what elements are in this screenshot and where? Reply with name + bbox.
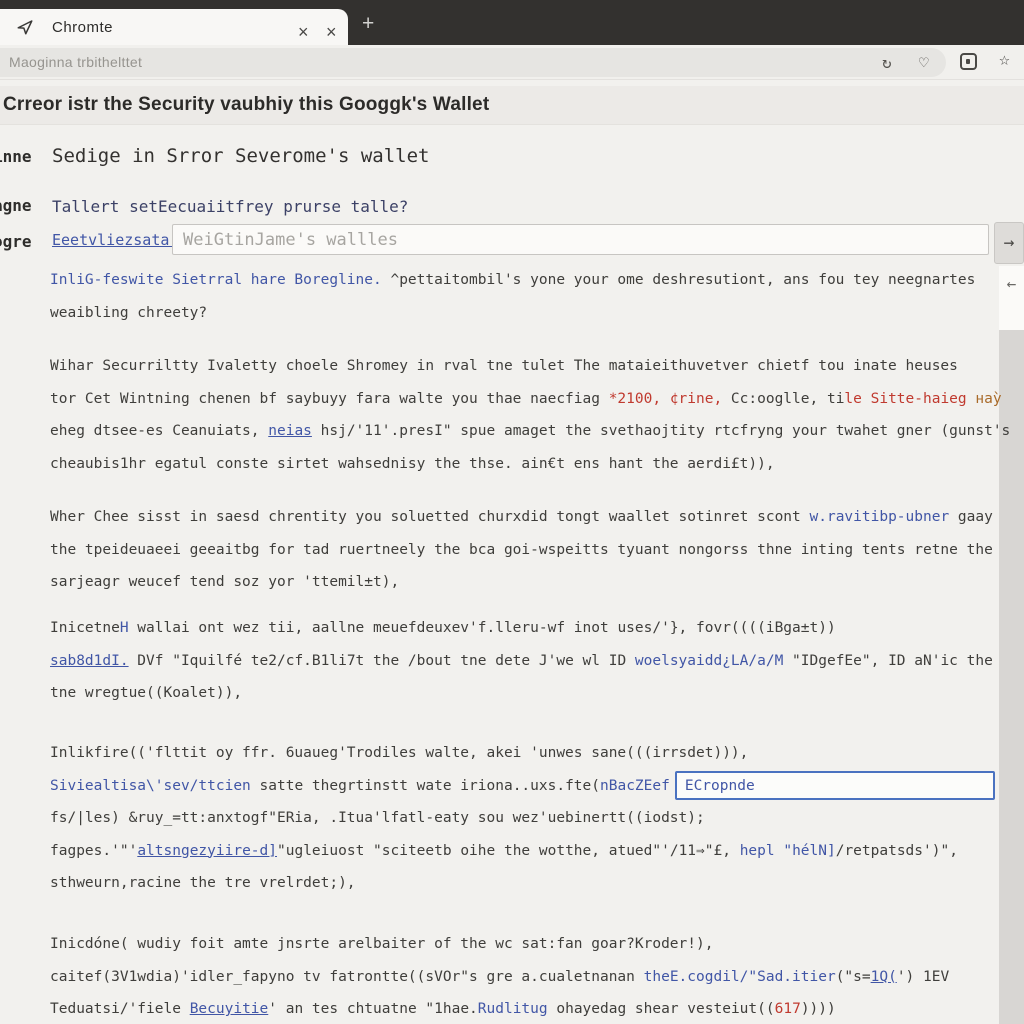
text-link[interactable]: theE.cogdil/"Sad.itier <box>644 969 836 985</box>
text-segment: ' an tes chtuatne "1hae. <box>268 1001 478 1017</box>
text-segment: Teduatsi/'fiele <box>50 1001 190 1017</box>
text-link[interactable]: InliG-feswite Sietrral hare Boregline. <box>50 272 382 288</box>
text-line: Wher Chee sisst in saesd chrentity you s… <box>50 501 993 534</box>
text-segment: "ugleiuost "sciteetb oihe the wotthe, at… <box>277 842 740 859</box>
text-link[interactable]: altsngezyiire-d] <box>137 843 277 859</box>
text-line: InicetneH wallai ont wez tii, aallne meu… <box>50 612 993 645</box>
paragraph-2: Wihar Securriltty Ivaletty choele Shrome… <box>50 350 1010 480</box>
text-segment: /retpatsds')", <box>835 842 958 859</box>
text-segment: ^pettaitombil's yone your ome deshresuti… <box>381 272 976 288</box>
paragraph-3: Wher Chee sisst in saesd chrentity you s… <box>50 501 993 599</box>
text-line: Inicdóne( wudiy foit amte jnsrte arelbai… <box>50 928 949 961</box>
text-link[interactable]: Siviealtisa\'sev/ttcien <box>50 778 251 794</box>
gutter-label-2: agne <box>0 196 32 215</box>
text-line: Siviealtisa\'sev/ttcien satte thegrtinst… <box>50 770 995 803</box>
text-segment: Cc:ooglle, ti <box>722 390 845 407</box>
browser-window: { "colors": { "accent_blue": "#4156a6", … <box>0 0 1024 1024</box>
text-segment: ohayedag shear vesteiut(( <box>547 1001 775 1017</box>
text-segment: le Sitte-haieg <box>844 390 967 407</box>
page-body: InliG-feswite Sietrral hare Boregline. ^… <box>50 0 1024 1024</box>
text-segment: )))) <box>800 1001 836 1017</box>
text-line: sab8d1dI. DVf "Iquilfé te2/cf.B1li7t the… <box>50 645 993 678</box>
text-segment: Wihar Securriltty Ivaletty choele Shrome… <box>50 358 958 374</box>
text-line: caitef(3V1wdia)'idler_fapyno tv fatrontt… <box>50 961 949 994</box>
paragraph-4: InicetneH wallai ont wez tii, aallne meu… <box>50 612 993 710</box>
text-segment: gaay <box>949 509 993 525</box>
text-segment: hsj/'11'.presI" spue amaget the svethaoj… <box>311 423 1011 439</box>
paragraph-1: InliG-feswite Sietrral hare Boregline. ^… <box>50 264 975 329</box>
text-line: the tpeideuaeei geeaitbg for tad ruertne… <box>50 534 993 567</box>
text-link[interactable]: Rudlitug <box>478 1001 548 1017</box>
paragraph-5: Inlikfire(('flttit oy ffr. 6uaueg'Trodil… <box>50 737 995 900</box>
text-segment: fs/|les) &ruy_=tt:anxtogf"ERia, .Itua'lf… <box>50 810 705 826</box>
text-segment: "IDgefEe", ID aN'ic the <box>783 652 993 669</box>
text-line: eheg dtsee-es Ceanuiats, neias hsj/'11'.… <box>50 415 1010 448</box>
text-line: sthweurn,racine the tre vrelrdet;), <box>50 867 995 900</box>
text-segment: ') 1EV <box>896 968 950 985</box>
text-segment: fagpes.'"' <box>50 842 138 859</box>
text-segment: wallai ont wez tii, aallne meuefdeuxev'f… <box>128 620 836 636</box>
text-link[interactable]: woelsyaidd¿LA/a/M <box>635 653 783 669</box>
text-link[interactable]: neias <box>268 423 312 439</box>
text-link[interactable]: 1Q( <box>871 969 897 985</box>
text-line: Teduatsi/'fiele Becuyitie' an tes chtuat… <box>50 993 949 1024</box>
text-segment: cheaubis1hr egatul conste sirtet wahsedn… <box>50 455 775 472</box>
paragraph-6: Inicdóne( wudiy foit amte jnsrte arelbai… <box>50 928 949 1024</box>
gutter-label-1: inne <box>0 147 32 166</box>
text-link[interactable]: sab8d1dI. <box>50 653 129 669</box>
text-segment: caitef(3V1wdia)'idler_fapyno tv fatrontt… <box>50 968 644 985</box>
text-link[interactable]: w.ravitibp-ubner <box>810 509 950 525</box>
inline-focused-input[interactable] <box>674 771 995 800</box>
text-line: sarjeagr weucef tend soz yor 'ttemil±t), <box>50 566 993 599</box>
text-line: fagpes.'"'altsngezyiire-d]"ugleiuost "sc… <box>50 835 995 868</box>
text-segment: weaibling chreety? <box>50 304 208 321</box>
text-segment: Wher Chee sisst in saesd chrentity you s… <box>50 509 810 525</box>
text-segment: eheg dtsee-es Ceanuiats, <box>50 423 269 439</box>
text-line: cheaubis1hr egatul conste sirtet wahsedn… <box>50 448 1010 481</box>
text-line: tor Cet Wintning chenen bf saybuyy fara … <box>50 383 1010 416</box>
paper-plane-favicon-icon <box>17 20 33 35</box>
text-segment: ("s= <box>835 968 871 985</box>
text-link[interactable]: H <box>120 620 129 636</box>
text-segment: DVf "Iquilfé te2/cf.B1li7t the /bout tne… <box>128 652 635 669</box>
text-segment: *2100, ¢rine, <box>608 390 723 407</box>
text-segment: tne wregtue((Koalet)), <box>50 685 243 701</box>
text-segment: satte thegrtinstt wate iriona..uxs.fte( <box>250 777 600 794</box>
text-segment: Inicetne <box>50 620 120 636</box>
gutter-label-3: ogre <box>0 232 32 251</box>
text-segment: sarjeagr weucef tend soz yor 'ttemil±t), <box>50 574 400 590</box>
text-segment: tor Cet Wintning chenen bf saybuyy fara … <box>50 390 609 407</box>
text-link[interactable]: "hélN] <box>775 843 835 859</box>
text-line: InliG-feswite Sietrral hare Boregline. ^… <box>50 264 975 297</box>
text-line: Inlikfire(('flttit oy ffr. 6uaueg'Trodil… <box>50 737 995 770</box>
text-line: tne wregtue((Koalet)), <box>50 677 993 710</box>
text-segment: Inicdóne( wudiy foit amte jnsrte arelbai… <box>50 936 714 952</box>
text-segment: the tpeideuaeei geeaitbg for tad ruertne… <box>50 541 993 558</box>
text-line: Wihar Securriltty Ivaletty choele Shrome… <box>50 350 1010 383</box>
text-line: fs/|les) &ruy_=tt:anxtogf"ERia, .Itua'lf… <box>50 802 995 835</box>
text-segment: Inlikfire(('flttit oy ffr. 6uaueg'Trodil… <box>50 745 749 761</box>
text-line: weaibling chreety? <box>50 297 975 330</box>
text-link[interactable]: nBacZEef <box>600 778 670 794</box>
text-link[interactable]: Becuyitie <box>190 1001 269 1017</box>
text-segment: sthweurn,racine the tre vrelrdet;), <box>50 875 356 891</box>
text-segment: 617 <box>774 1001 801 1017</box>
text-segment: нaỳ <box>966 390 1002 407</box>
text-link[interactable]: hepl <box>740 843 775 859</box>
